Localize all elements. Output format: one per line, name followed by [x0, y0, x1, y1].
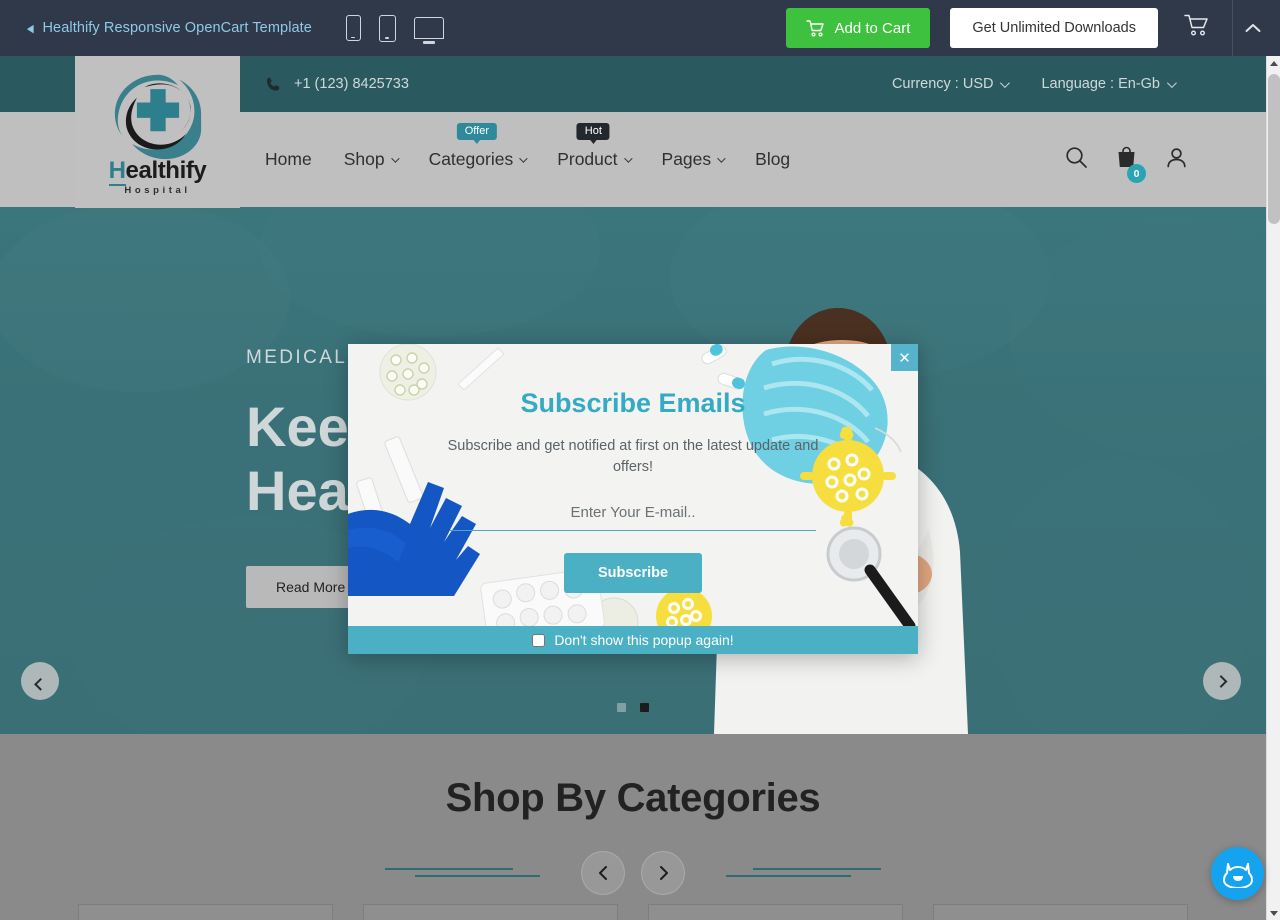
- subscribe-button[interactable]: Subscribe: [563, 553, 703, 594]
- scroll-down-button[interactable]: [1267, 906, 1280, 920]
- popup-body: ✕ Subscribe Emails Subscribe and get not…: [348, 344, 918, 626]
- popup-overlay: ✕ Subscribe Emails Subscribe and get not…: [0, 0, 1280, 920]
- add-to-cart-label: Add to Cart: [834, 19, 911, 37]
- desktop-preview-icon[interactable]: [413, 17, 444, 39]
- dont-show-again-checkbox[interactable]: [532, 633, 546, 647]
- chat-monster-icon: [1222, 862, 1253, 888]
- scroll-up-button[interactable]: [1267, 56, 1280, 70]
- subscribe-popup: ✕ Subscribe Emails Subscribe and get not…: [348, 344, 918, 654]
- preview-cart-icon[interactable]: [1184, 14, 1210, 42]
- popup-description: Subscribe and get notified at first on t…: [447, 438, 819, 476]
- phone-preview-icon[interactable]: [345, 15, 361, 41]
- popup-title: Subscribe Emails: [520, 388, 746, 418]
- page-scrollbar[interactable]: [1266, 56, 1280, 920]
- get-unlimited-downloads-button[interactable]: Get Unlimited Downloads: [950, 8, 1158, 48]
- collapse-preview-bar-button[interactable]: [1232, 0, 1272, 56]
- dont-show-again-label: Don't show this popup again!: [554, 632, 734, 648]
- cart-icon: [805, 19, 824, 37]
- device-preview-switcher: [345, 14, 444, 42]
- popup-close-button[interactable]: ✕: [891, 344, 918, 371]
- chevron-up-icon: [1245, 24, 1260, 32]
- add-to-cart-button[interactable]: Add to Cart: [785, 8, 931, 48]
- back-chevron-icon[interactable]: ◀: [27, 22, 34, 35]
- scrollbar-thumb[interactable]: [1268, 74, 1280, 224]
- preview-bar-actions: Add to Cart Get Unlimited Downloads: [785, 0, 1280, 56]
- template-preview-bar: ◀ Healthify Responsive OpenCart Template…: [0, 0, 1280, 56]
- popup-footer: Don't show this popup again!: [348, 626, 918, 654]
- email-input[interactable]: [450, 504, 816, 532]
- preview-template-title[interactable]: Healthify Responsive OpenCart Template: [42, 20, 312, 36]
- chat-widget-button[interactable]: [1211, 847, 1264, 900]
- page-root: ◀ Healthify Responsive OpenCart Template…: [0, 0, 1280, 920]
- tablet-preview-icon[interactable]: [378, 14, 396, 42]
